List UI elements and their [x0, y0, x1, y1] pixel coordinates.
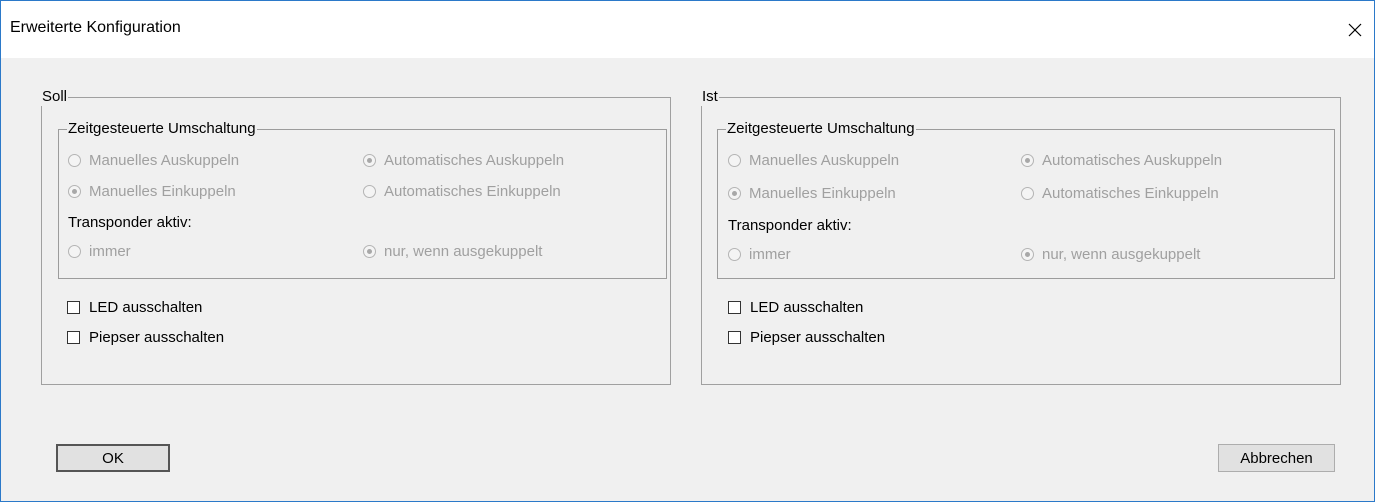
soll-radio-transponder-always[interactable]: immer [68, 243, 131, 260]
checkbox-label: Piepser ausschalten [89, 329, 225, 346]
option-label: Manuelles Einkuppeln [749, 185, 896, 202]
option-label: immer [89, 243, 131, 260]
soll-radio-transponder-decoupled[interactable]: nur, wenn ausgekuppelt [363, 243, 542, 260]
ist-timed-switch-group: Zeitgesteuerte Umschaltung Manuelles Aus… [717, 120, 1335, 279]
soll-radio-auto-couple[interactable]: Automatisches Einkuppeln [363, 183, 561, 200]
ist-radio-auto-decouple[interactable]: Automatisches Auskuppeln [1021, 152, 1222, 169]
radio-checked-icon [1021, 154, 1034, 167]
checkbox-unchecked-icon [67, 301, 80, 314]
radio-unchecked-icon [363, 185, 376, 198]
soll-radio-manual-decouple[interactable]: Manuelles Auskuppeln [68, 152, 239, 169]
radio-unchecked-icon [728, 248, 741, 261]
soll-label: Soll [41, 88, 69, 106]
ist-beeper-off-checkbox[interactable]: Piepser ausschalten [728, 329, 885, 346]
option-label: immer [749, 246, 791, 263]
checkbox-label: Piepser ausschalten [750, 329, 886, 346]
dialog-window: Erweiterte Konfiguration Soll Zeitgesteu… [0, 0, 1375, 502]
ist-radio-manual-couple[interactable]: Manuelles Einkuppeln [728, 185, 896, 202]
soll-radio-manual-couple[interactable]: Manuelles Einkuppeln [68, 183, 236, 200]
radio-checked-icon [363, 245, 376, 258]
option-label: Manuelles Einkuppeln [89, 183, 236, 200]
option-label: Manuelles Auskuppeln [749, 152, 900, 169]
ist-radio-auto-couple[interactable]: Automatisches Einkuppeln [1021, 185, 1219, 202]
ist-timed-switch-label: Zeitgesteuerte Umschaltung [726, 120, 916, 138]
checkbox-unchecked-icon [728, 331, 741, 344]
ist-radio-manual-decouple[interactable]: Manuelles Auskuppeln [728, 152, 899, 169]
soll-groupbox: Soll Zeitgesteuerte Umschaltung Manuelle… [41, 88, 671, 385]
checkbox-unchecked-icon [67, 331, 80, 344]
checkbox-label: LED ausschalten [750, 299, 864, 316]
radio-unchecked-icon [68, 154, 81, 167]
radio-unchecked-icon [728, 154, 741, 167]
soll-led-off-checkbox[interactable]: LED ausschalten [67, 299, 202, 316]
soll-radio-auto-decouple[interactable]: Automatisches Auskuppeln [363, 152, 564, 169]
ist-radio-transponder-decoupled[interactable]: nur, wenn ausgekuppelt [1021, 246, 1200, 263]
checkbox-unchecked-icon [728, 301, 741, 314]
option-label: Manuelles Auskuppeln [89, 152, 240, 169]
soll-transponder-label: Transponder aktiv: [68, 214, 192, 231]
option-label: nur, wenn ausgekuppelt [384, 243, 543, 260]
cancel-button[interactable]: Abbrechen [1218, 444, 1335, 472]
ist-radio-transponder-always[interactable]: immer [728, 246, 791, 263]
ist-groupbox: Ist Zeitgesteuerte Umschaltung Manuelles… [701, 88, 1341, 385]
radio-unchecked-icon [1021, 187, 1034, 200]
ok-button[interactable]: OK [56, 444, 170, 472]
option-label: Automatisches Auskuppeln [1042, 152, 1223, 169]
radio-checked-icon [68, 185, 81, 198]
soll-beeper-off-checkbox[interactable]: Piepser ausschalten [67, 329, 224, 346]
ist-label: Ist [701, 88, 719, 106]
title-bar: Erweiterte Konfiguration [1, 1, 1374, 58]
close-icon [1348, 23, 1362, 37]
option-label: Automatisches Einkuppeln [1042, 185, 1219, 202]
window-title: Erweiterte Konfiguration [10, 19, 181, 36]
option-label: Automatisches Auskuppeln [384, 152, 565, 169]
radio-unchecked-icon [68, 245, 81, 258]
close-button[interactable] [1338, 13, 1372, 47]
ist-led-off-checkbox[interactable]: LED ausschalten [728, 299, 863, 316]
radio-checked-icon [728, 187, 741, 200]
option-label: Automatisches Einkuppeln [384, 183, 561, 200]
option-label: nur, wenn ausgekuppelt [1042, 246, 1201, 263]
checkbox-label: LED ausschalten [89, 299, 203, 316]
radio-checked-icon [1021, 248, 1034, 261]
soll-timed-switch-label: Zeitgesteuerte Umschaltung [67, 120, 257, 138]
radio-checked-icon [363, 154, 376, 167]
soll-timed-switch-group: Zeitgesteuerte Umschaltung Manuelles Aus… [58, 120, 667, 279]
ist-transponder-label: Transponder aktiv: [728, 217, 852, 234]
